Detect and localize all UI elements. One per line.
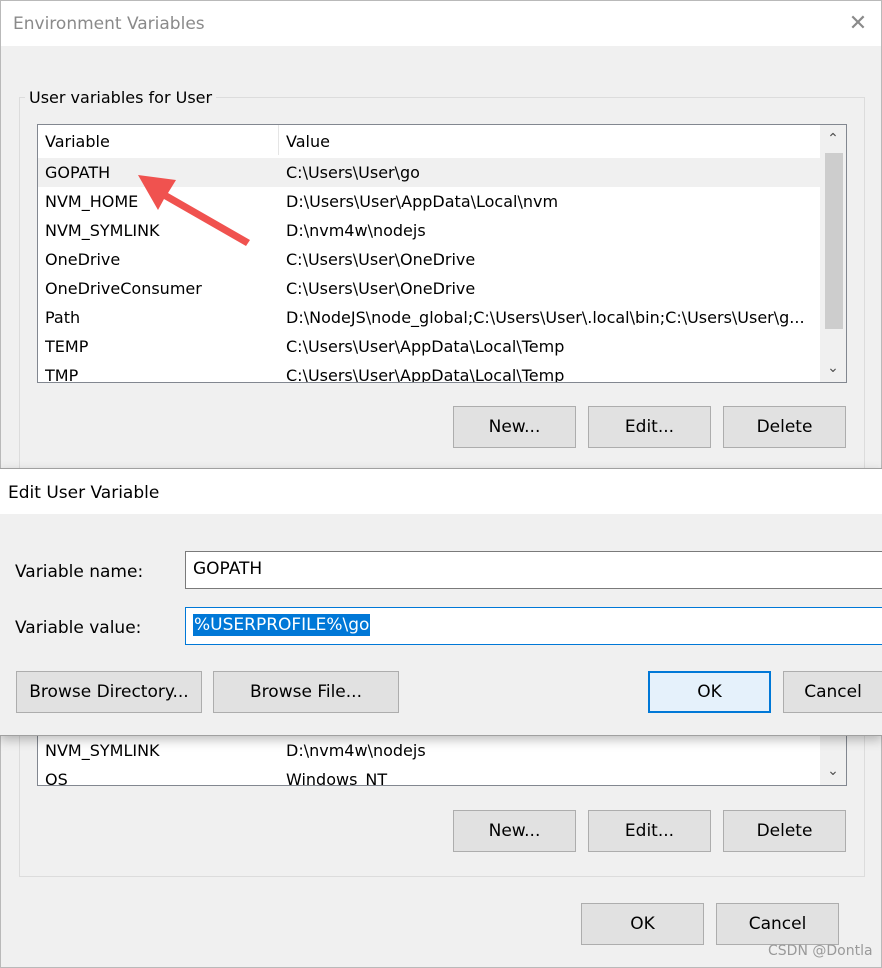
dialog-title: Edit User Variable [8, 483, 160, 503]
watermark: CSDN @Dontla [768, 943, 873, 959]
dialog-ok-button[interactable]: OK [648, 671, 771, 713]
variable-name-label: Variable name: [15, 562, 144, 582]
variable-value-text: %USERPROFILE%\go [193, 614, 371, 636]
dialog-title-bar: Edit User Variable [0, 469, 882, 514]
variable-name-field[interactable]: GOPATH [185, 551, 882, 589]
variable-value-field[interactable]: %USERPROFILE%\go [185, 607, 882, 645]
browse-file-button[interactable]: Browse File... [213, 671, 399, 713]
dialog-cancel-button[interactable]: Cancel [783, 671, 882, 713]
browse-directory-button[interactable]: Browse Directory... [16, 671, 202, 713]
variable-name-text: GOPATH [193, 559, 263, 579]
variable-value-label: Variable value: [15, 618, 142, 638]
edit-user-variable-dialog: Edit User Variable Variable name: GOPATH… [0, 468, 882, 736]
